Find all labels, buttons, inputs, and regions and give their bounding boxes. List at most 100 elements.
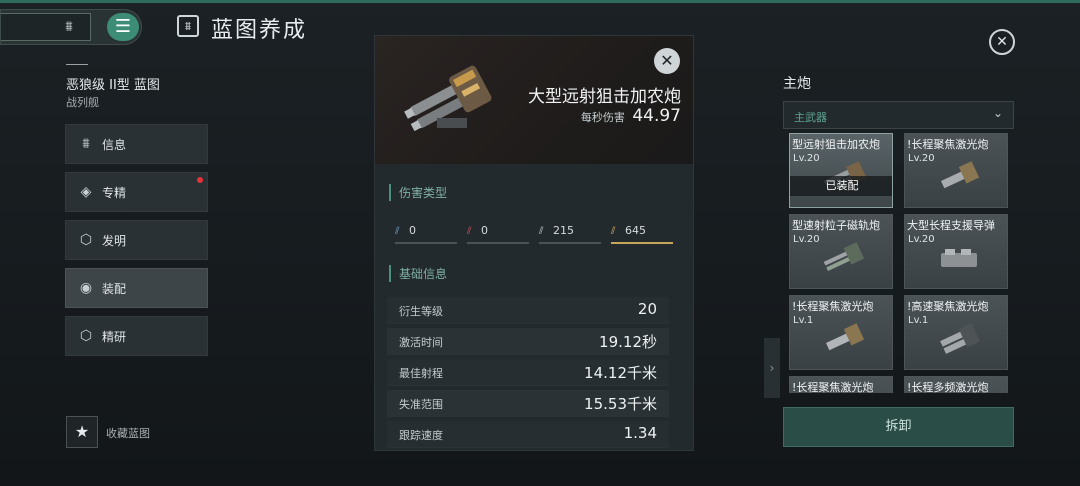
top-left-nav-pill: ⩩ ☰	[0, 9, 142, 45]
blueprint-icon: ⩩	[177, 15, 199, 37]
close-icon: ✕	[660, 51, 674, 70]
damage-kinetic: ⫽ 215	[539, 224, 601, 244]
favorite-star-button[interactable]: ★	[66, 416, 98, 448]
nav-item-label: 精研	[102, 330, 127, 344]
weapon-card-name: !高速聚焦激光炮	[907, 300, 989, 313]
damage-em: ⫽ 0	[395, 224, 457, 244]
explosive-damage-icon: ⫽	[611, 226, 616, 237]
fitting-icon: ◉	[79, 280, 93, 296]
nav-item-fitting[interactable]: ◉ 装配	[65, 268, 208, 308]
thermal-damage-icon: ⫽	[467, 226, 472, 237]
nav-item-label: 装配	[102, 282, 127, 296]
weapon-card[interactable]: 型远射狙击加农炮 Lv.20 已装配	[789, 133, 893, 208]
layers-icon: ◈	[80, 184, 92, 200]
weapon-image	[404, 65, 492, 132]
damage-explosive: ⫽ 645	[611, 224, 673, 244]
weapon-detail-panel: ✕ 大型远射狙击加农炮 每秒伤害 44.97 伤害类型 ⫽ 0 ⫽ 0 ⫽ 215 ⫽…	[374, 35, 694, 451]
stat-value: 19.12秒	[599, 333, 657, 351]
close-icon: ✕	[996, 34, 1008, 50]
stat-row: 失准范围 15.53千米	[387, 390, 669, 417]
stat-row: 激活时间 19.12秒	[387, 328, 669, 355]
weapon-card[interactable]: !长程聚焦激光炮 Lv.20	[904, 133, 1008, 208]
nav-item-research[interactable]: ⬡ 精研	[65, 316, 208, 356]
nav-item-label: 发明	[102, 234, 127, 248]
damage-value: 0	[481, 224, 488, 237]
star-icon: ★	[74, 422, 90, 441]
damage-value: 215	[553, 224, 574, 237]
collapse-tab[interactable]: ›	[764, 338, 780, 398]
page-title: 蓝图养成	[211, 18, 308, 43]
menu-icon: ☰	[114, 16, 132, 37]
uninstall-button[interactable]: 拆卸	[783, 407, 1014, 447]
stat-key: 激活时间	[399, 336, 443, 349]
chevron-down-icon: ⌄	[992, 106, 1003, 120]
weapon-card-level: Lv.1	[908, 315, 929, 326]
hexagon-icon: ⬡	[79, 328, 93, 344]
top-accent-line	[0, 0, 1080, 3]
ship-info-icon: ⩩	[82, 136, 90, 152]
weapon-card-level: Lv.20	[908, 234, 935, 245]
basic-info-heading: 基础信息	[389, 265, 447, 282]
nav-item-label: 信息	[102, 138, 127, 152]
weapon-card[interactable]: 型速射粒子磁轨炮 Lv.20	[789, 214, 893, 289]
weapon-card-level: Lv.20	[908, 153, 935, 164]
hexagon-icon: ⬡	[79, 232, 93, 248]
dropdown-value: 主武器	[794, 111, 827, 124]
weapon-card-level: Lv.20	[793, 234, 820, 245]
em-damage-icon: ⫽	[395, 226, 400, 237]
dps-readout: 每秒伤害 44.97	[581, 106, 681, 126]
kinetic-damage-icon: ⫽	[539, 226, 544, 237]
ship-icon: ⩩	[65, 19, 73, 35]
weapon-thumbnail	[825, 323, 865, 351]
weapon-card-name: 型远射狙击加农炮	[792, 138, 880, 151]
weapon-card[interactable]: !高速聚焦激光炮 Lv.1	[904, 295, 1008, 370]
dps-value: 44.97	[632, 106, 681, 126]
weapon-card[interactable]: 大型长程支援导弹 Lv.20	[904, 214, 1008, 289]
weapon-card-name: 大型长程支援导弹	[907, 219, 995, 232]
damage-type-heading: 伤害类型	[389, 184, 447, 201]
stat-key: 最佳射程	[399, 367, 443, 380]
nav-item-label: 专精	[102, 186, 127, 200]
weapon-card-name: !长程聚焦激光炮	[792, 381, 874, 393]
close-panel-button[interactable]: ✕	[654, 48, 680, 74]
damage-type-row: ⫽ 0 ⫽ 0 ⫽ 215 ⫽ 645	[395, 224, 675, 244]
nav-item-invention[interactable]: ⬡ 发明	[65, 220, 208, 260]
blueprint-name: 恶狼级 II型 蓝图	[66, 78, 160, 93]
damage-value: 0	[409, 224, 416, 237]
stat-row: 衍生等级 20	[387, 297, 669, 324]
stat-value: 20	[637, 300, 657, 318]
damage-value: 645	[625, 224, 646, 237]
stat-value: 15.53千米	[584, 395, 657, 413]
chevron-right-icon: ›	[769, 361, 775, 375]
weapon-card-name: !长程多频激光炮	[907, 381, 989, 393]
divider	[66, 64, 88, 65]
weapon-card-level: Lv.20	[793, 153, 820, 164]
weapon-card-level: Lv.1	[793, 315, 814, 326]
weapon-card[interactable]: !长程聚焦激光炮	[789, 376, 893, 393]
weapon-grid: 型远射狙击加农炮 Lv.20 已装配 !长程聚焦激光炮 Lv.20 型速射粒子磁…	[789, 133, 1009, 393]
slot-title: 主炮	[783, 76, 811, 92]
weapon-thumbnail	[940, 161, 980, 189]
close-screen-button[interactable]: ✕	[989, 29, 1015, 55]
blueprint-type: 战列舰	[66, 96, 99, 109]
stat-key: 失准范围	[399, 398, 443, 411]
weapon-card-name: 型速射粒子磁轨炮	[792, 219, 880, 232]
stat-key: 衍生等级	[399, 305, 443, 318]
weapon-thumbnail	[941, 249, 977, 267]
weapon-card-name: !长程聚焦激光炮	[792, 300, 874, 313]
weapon-category-dropdown[interactable]: 主武器 ⌄	[783, 101, 1014, 129]
stat-row: 最佳射程 14.12千米	[387, 359, 669, 386]
stat-value: 14.12千米	[584, 364, 657, 382]
weapon-card-name: !长程聚焦激光炮	[907, 138, 989, 151]
ship-tab[interactable]: ⩩	[1, 13, 91, 41]
nav-item-specialization[interactable]: ◈ 专精	[65, 172, 208, 212]
notification-dot	[197, 177, 203, 183]
weapon-card[interactable]: !长程多频激光炮	[904, 376, 1008, 393]
stat-row: 跟踪速度 1.34	[387, 421, 669, 448]
nav-item-info[interactable]: ⩩ 信息	[65, 124, 208, 164]
stat-value: 1.34	[623, 424, 657, 442]
menu-button[interactable]: ☰	[107, 13, 139, 41]
damage-thermal: ⫽ 0	[467, 224, 529, 244]
stat-key: 跟踪速度	[399, 429, 443, 442]
weapon-card[interactable]: !长程聚焦激光炮 Lv.1	[789, 295, 893, 370]
